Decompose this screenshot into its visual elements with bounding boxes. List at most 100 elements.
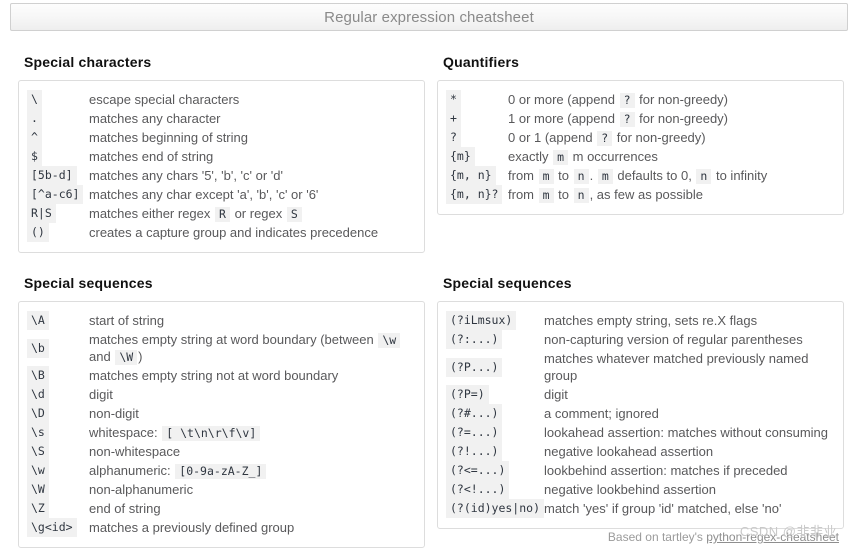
pattern-chip: \d (27, 385, 49, 404)
description-cell: whitespace: [ \t\n\r\f\v] (89, 423, 416, 442)
table-row: ? 0 or 1 (append ? for non-greedy) (446, 128, 835, 147)
table-row: \ escape special characters (27, 90, 416, 109)
pattern-cell: \B (27, 366, 89, 385)
pattern-chip: (?#...) (446, 404, 503, 423)
table-row: {m, n} from m to n. m defaults to 0, n to… (446, 166, 835, 185)
pattern-chip: () (27, 223, 49, 242)
inline-code: ? (619, 93, 635, 108)
description-cell: escape special characters (89, 92, 240, 107)
description-cell: matches either regex R or regex S (89, 204, 416, 223)
table-row: (?(id)yes|no) match 'yes' if group 'id' m… (446, 499, 835, 518)
section-heading: Special characters (24, 54, 152, 70)
table-row: +1 or more (append ? for non-greedy) (446, 109, 835, 128)
description-text: from (508, 168, 538, 183)
pattern-chip: \A (27, 311, 49, 330)
pattern-cell: \g<id> (27, 518, 89, 537)
pattern-cell: \S (27, 442, 89, 461)
inline-code: m (553, 150, 569, 165)
pattern-chip: \D (27, 404, 49, 423)
table-row: \D non-digit (27, 404, 416, 423)
description-text: to (554, 168, 573, 183)
table-row: (?<!...) negative lookbehind assertion (446, 480, 835, 499)
pattern-chip: (?P=) (446, 385, 489, 404)
pattern-cell: {m, n}? (446, 185, 508, 204)
description-text: matches either regex (89, 206, 215, 221)
pattern-chip: \B (27, 366, 49, 385)
inline-code: R (215, 207, 230, 222)
pattern-chip: (?P...) (446, 357, 503, 377)
pattern-cell: (?:...) (446, 330, 544, 349)
table-row: \b matches empty string at word boundary … (27, 330, 416, 366)
section-panel: * 0 or more (append ? for non-greedy) +1 o… (437, 80, 844, 215)
pattern-chip: {m, n} (446, 166, 496, 185)
description-cell: matches empty string not at word boundar… (89, 368, 339, 383)
description-text: to (554, 187, 573, 202)
cheatsheet-body: Special characters \ escape special charac… (0, 36, 859, 560)
pattern-chip: . (27, 109, 42, 128)
table-row: (?=...) lookahead assertion: matches with… (446, 423, 835, 442)
pattern-cell: (?=...) (446, 423, 544, 442)
inline-code: [0-9a-zA-Z_] (175, 464, 267, 479)
pattern-chip: (?iLmsux) (446, 311, 517, 330)
description-cell: non-digit (89, 406, 139, 421)
description-cell: matches any char except 'a', 'b', 'c' or… (89, 187, 319, 202)
pattern-cell: (?#...) (446, 404, 544, 423)
pattern-chip: (?<=...) (446, 461, 510, 480)
pattern-chip: (?:...) (446, 330, 503, 349)
window-titlebar: Regular expression cheatsheet (10, 3, 848, 31)
description-text: matches empty string at word boundary (b… (89, 332, 378, 347)
pattern-cell: \w (27, 461, 89, 480)
description-text: 1 or more (append (508, 111, 619, 126)
description-cell: matches empty string, sets re.X flags (544, 313, 758, 328)
description-text: alphanumeric: (89, 463, 175, 478)
section-quantifiers: Quantifiers * 0 or more (append ? for non-… (437, 36, 844, 253)
description-cell: matches any character (89, 111, 221, 126)
section-panel: \ escape special characters. matches any c… (18, 80, 425, 253)
pattern-chip: ^ (27, 128, 42, 147)
table-row: (?<=...) lookbehind assertion: matches if… (446, 461, 835, 480)
table-row: (?#...) a comment; ignored (446, 404, 835, 423)
description-cell: non-whitespace (89, 444, 181, 459)
pattern-cell: R|S (27, 204, 89, 223)
table-row: \W non-alphanumeric (27, 480, 416, 499)
description-cell: matches end of string (89, 149, 214, 164)
inline-code: n (573, 188, 589, 203)
description-text: whitespace: (89, 425, 162, 440)
table-row: * 0 or more (append ? for non-greedy) (446, 90, 835, 109)
description-text: exactly (508, 149, 553, 164)
pattern-cell: [5b-d] (27, 166, 89, 185)
section-special-sequences-left: Special sequences \A start of string \b matc… (18, 257, 425, 548)
table-row: (?P...) matches whatever matched previous… (446, 349, 835, 385)
section-heading: Special sequences (24, 275, 153, 291)
pattern-chip: (?(id)yes|no) (446, 499, 544, 518)
pattern-cell: \d (27, 385, 89, 404)
table-row: \S non-whitespace (27, 442, 416, 461)
pattern-cell: ^ (27, 128, 89, 147)
pattern-chip: \ (27, 90, 42, 109)
table-row: \A start of string (27, 311, 416, 330)
pattern-chip: {m} (446, 147, 475, 166)
pattern-cell: (?P...) (446, 349, 544, 385)
description-text: for non-greedy) (635, 111, 729, 126)
pattern-chip: \g<id> (27, 518, 77, 537)
pattern-chip: (?=...) (446, 423, 503, 442)
pattern-cell: ? (446, 128, 508, 147)
table-row: {m, n}? from m to n, as few as possible (446, 185, 835, 204)
inline-code: m (538, 188, 554, 203)
pattern-cell: () (27, 223, 89, 242)
description-cell: negative lookahead assertion (544, 444, 714, 459)
pattern-chip: + (446, 109, 461, 128)
description-cell: matches empty string at word boundary (b… (89, 330, 416, 366)
table-row: [5b-d] matches any chars '5', 'b', 'c' or… (27, 166, 416, 185)
description-text: m occurrences (569, 149, 658, 164)
table-row: \s whitespace: [ \t\n\r\f\v] (27, 423, 416, 442)
python-regex-cheatsheet-link[interactable]: python-regex-cheatsheet (706, 530, 839, 544)
table-row: . matches any character (27, 109, 416, 128)
description-cell: 1 or more (append ? for non-greedy) (508, 109, 835, 128)
description-text: or regex (230, 206, 286, 221)
pattern-cell: $ (27, 147, 89, 166)
table-row: (?iLmsux) matches empty string, sets re.X… (446, 311, 835, 330)
description-cell: negative lookbehind assertion (544, 482, 717, 497)
description-cell: matches beginning of string (89, 130, 248, 145)
pattern-chip: \b (27, 338, 49, 358)
